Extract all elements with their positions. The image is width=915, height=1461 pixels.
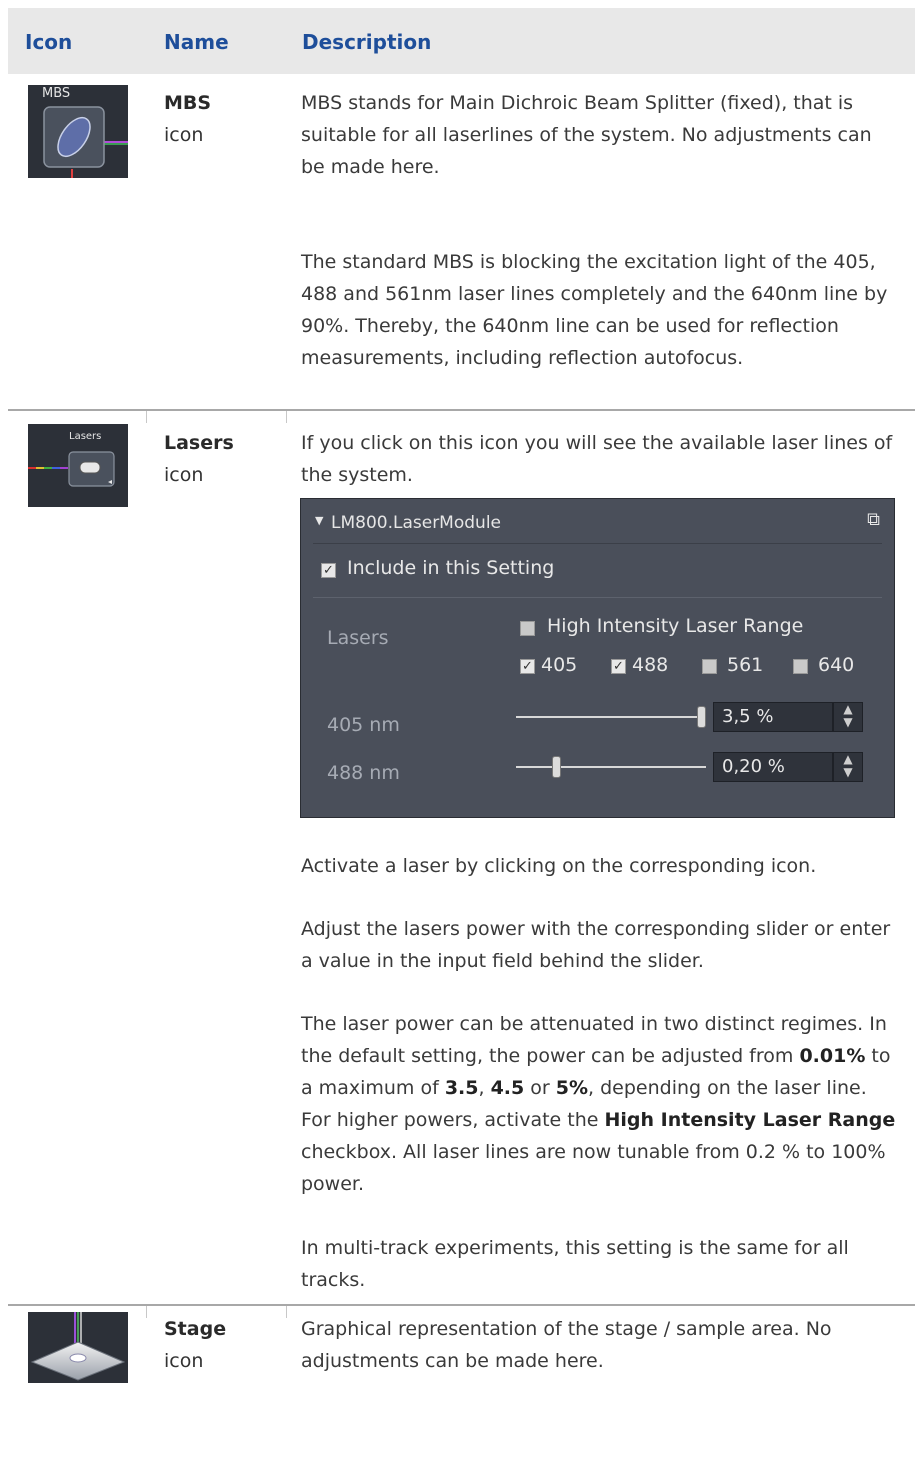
row-divider	[8, 409, 915, 411]
lasers-desc-regimes: The laser power can be attenuated in two…	[301, 1008, 901, 1200]
slider-488-input[interactable]: 0,20 %	[713, 752, 833, 782]
laser-640-label: 640	[818, 654, 855, 676]
include-checkbox[interactable]: ✓	[321, 563, 336, 578]
header-icon: Icon	[25, 30, 73, 54]
column-tick	[286, 411, 287, 423]
row-name-stage-title: Stage	[164, 1318, 227, 1340]
laser-405-checkbox[interactable]: ✓	[520, 659, 535, 674]
slider-488-label: 488 nm	[327, 762, 400, 784]
row-name-mbs: MBS icon	[164, 87, 211, 151]
lasers-desc-activate: Activate a laser by clicking on the corr…	[301, 855, 817, 877]
mbs-desc-p1: MBS stands for Main Dichroic Beam Splitt…	[301, 92, 872, 178]
row-name-stage: Stage icon	[164, 1313, 226, 1377]
slider-405-label: 405 nm	[327, 714, 400, 736]
regimes-text: or	[524, 1077, 556, 1099]
lasers-desc-intro: If you click on this icon you will see t…	[301, 432, 893, 486]
regimes-text: checkbox. All laser lines are now tunabl…	[301, 1141, 886, 1195]
row-name-mbs-title: MBS	[164, 92, 212, 114]
laser-640-checkbox[interactable]	[793, 659, 808, 674]
regimes-bold: 4.5	[490, 1077, 525, 1099]
lasers-desc-adjust: Adjust the lasers power with the corresp…	[301, 918, 891, 972]
column-tick	[146, 411, 147, 423]
collapse-triangle-icon[interactable]: ▼	[315, 514, 323, 527]
header-description: Description	[302, 30, 432, 54]
laser-405-label: 405	[541, 654, 578, 676]
stage-icon-graphic	[28, 1312, 128, 1383]
header-name: Name	[164, 30, 229, 54]
row-divider	[8, 1304, 915, 1306]
panel-divider	[313, 543, 882, 544]
panel-title: LM800.LaserModule	[331, 513, 501, 533]
regimes-bold: 5%	[555, 1077, 589, 1099]
row-name-lasers: Lasers icon	[164, 427, 234, 491]
lasers-icon-label: Lasers	[69, 431, 102, 442]
laser-module-panel: ▼ LM800.LaserModule ⧉ ✓ Include in this …	[300, 498, 895, 818]
popout-icon[interactable]: ⧉	[867, 509, 880, 530]
row-name-stage-sub: icon	[164, 1350, 204, 1372]
laser-488-label: 488	[632, 654, 669, 676]
slider-488-track[interactable]	[516, 766, 706, 768]
slider-405-spinner[interactable]: ▲ ▼	[833, 702, 863, 732]
slider-405-thumb[interactable]	[697, 706, 706, 728]
slider-488-thumb[interactable]	[552, 756, 562, 778]
stage-desc-p1: Graphical representation of the stage / …	[301, 1318, 832, 1372]
slider-405-input[interactable]: 3,5 %	[713, 702, 833, 732]
lasers-icon: Lasers	[28, 424, 128, 507]
column-tick	[146, 1306, 147, 1318]
slider-488-spinner[interactable]: ▲ ▼	[833, 752, 863, 782]
table-header: Icon Name Description	[8, 8, 915, 74]
include-label: Include in this Setting	[347, 557, 555, 579]
mbs-icon-label: MBS	[42, 86, 71, 101]
row-name-lasers-title: Lasers	[164, 432, 234, 454]
mbs-icon: MBS	[28, 85, 128, 178]
regimes-bold: 0.01%	[799, 1045, 866, 1067]
regimes-text: ,	[478, 1077, 491, 1099]
mbs-desc-p2: The standard MBS is blocking the excitat…	[301, 251, 888, 369]
panel-divider	[313, 597, 882, 598]
lasers-desc-multitrack: In multi-track experiments, this setting…	[301, 1237, 849, 1291]
laser-561-label: 561	[727, 654, 764, 676]
stage-icon	[28, 1312, 128, 1383]
lasers-label: Lasers	[327, 627, 389, 649]
slider-405-track[interactable]	[516, 716, 706, 718]
regimes-bold: 3.5	[444, 1077, 479, 1099]
high-intensity-checkbox[interactable]	[520, 621, 535, 636]
row-name-lasers-sub: icon	[164, 464, 204, 486]
laser-488-checkbox[interactable]: ✓	[611, 659, 626, 674]
laser-561-checkbox[interactable]	[702, 659, 717, 674]
regimes-bold: High Intensity Laser Range	[604, 1109, 896, 1131]
high-intensity-label: High Intensity Laser Range	[547, 615, 804, 637]
column-tick	[286, 1306, 287, 1318]
row-name-mbs-sub: icon	[164, 124, 204, 146]
